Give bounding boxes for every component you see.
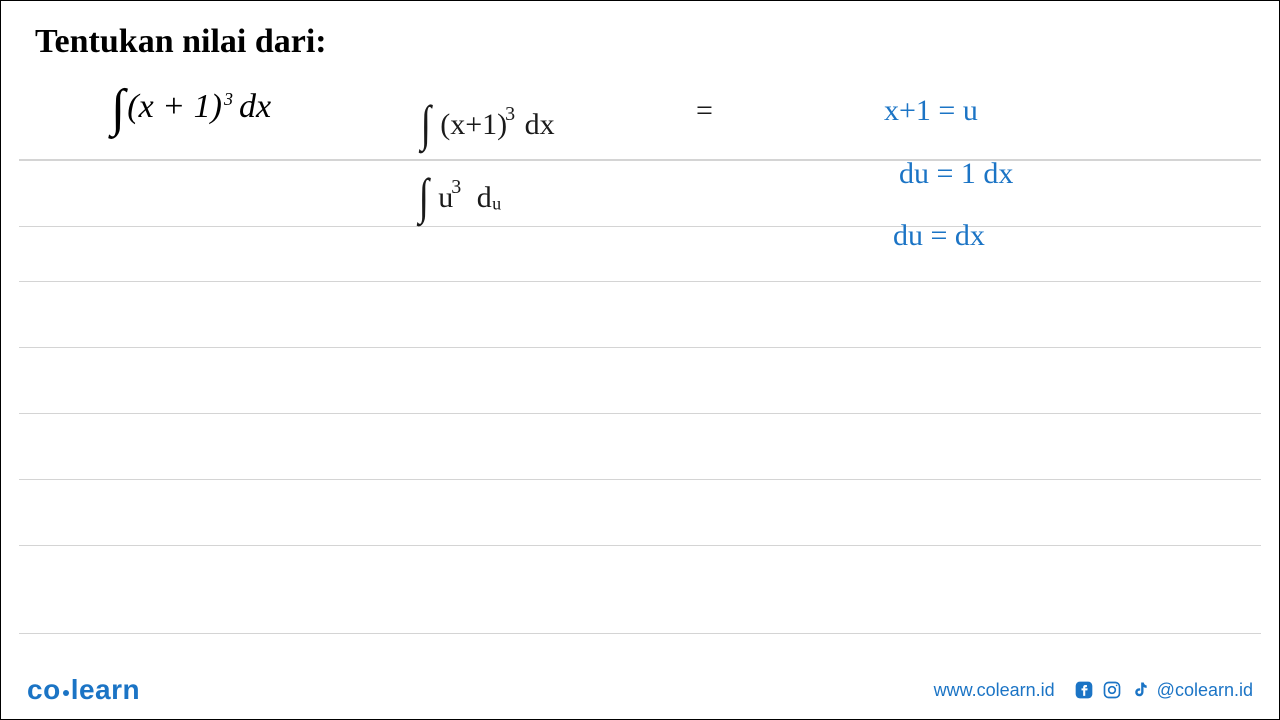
website-url: www.colearn.id	[934, 680, 1055, 701]
dx: dx	[239, 88, 271, 126]
facebook-icon	[1073, 679, 1095, 701]
problem-row: ∫ ( x + 1 ) 3 dx	[19, 79, 1261, 157]
printed-integral: ∫ ( x + 1 ) 3 dx	[111, 71, 271, 130]
hw-exp: 3	[505, 103, 515, 125]
ruled-line: du = dx	[19, 227, 1261, 282]
substitution-1: x+1 = u	[884, 94, 978, 128]
integral-symbol-hand: ∫	[421, 94, 431, 152]
footer-bar: colearn www.colearn.id @colearn.id	[1, 661, 1279, 719]
ruled-line	[19, 282, 1261, 348]
hw-exp-2: 3	[451, 176, 461, 198]
instagram-icon	[1101, 679, 1123, 701]
exponent-3: 3	[224, 89, 233, 110]
ruled-line	[19, 348, 1261, 414]
tiktok-icon	[1129, 679, 1151, 701]
social-handle: @colearn.id	[1157, 680, 1253, 701]
prompt-title: Tentukan nilai dari:	[35, 23, 1261, 61]
hw-dx: dx	[525, 108, 555, 141]
brand-part-1: co	[27, 674, 61, 705]
handwritten-step-2: ∫ u3 dᵤ	[417, 161, 502, 219]
brand-logo: colearn	[27, 674, 140, 706]
footer-right: www.colearn.id @colearn.id	[934, 679, 1253, 701]
hw-expr: (x+1)	[440, 108, 507, 141]
ruled-line	[19, 414, 1261, 480]
hw-du: dᵤ	[477, 181, 502, 214]
substitution-2: du = 1 dx	[899, 157, 1013, 191]
equals-sign: =	[696, 94, 713, 128]
ruled-area: ∫ (x+1)3 dx = x+1 = u ∫ u3 dᵤ du = 1 dx …	[19, 159, 1261, 634]
substitution-3: du = dx	[893, 219, 985, 253]
rparen: )	[211, 88, 222, 126]
brand-dot-icon	[63, 690, 69, 696]
whiteboard-page: Tentukan nilai dari: ∫ ( x + 1 ) 3 dx ∫ …	[0, 0, 1280, 720]
ruled-line	[19, 480, 1261, 546]
integral-symbol-hand: ∫	[419, 167, 429, 225]
handwritten-step-1: ∫ (x+1)3 dx	[419, 88, 555, 146]
ruled-line: ∫ u3 dᵤ du = 1 dx	[19, 161, 1261, 227]
integrand-base: x + 1	[139, 88, 211, 126]
lparen: (	[127, 88, 138, 126]
social-icons: @colearn.id	[1073, 679, 1253, 701]
integral-symbol: ∫	[111, 79, 125, 138]
ruled-line	[19, 546, 1261, 634]
brand-part-2: learn	[71, 674, 140, 705]
